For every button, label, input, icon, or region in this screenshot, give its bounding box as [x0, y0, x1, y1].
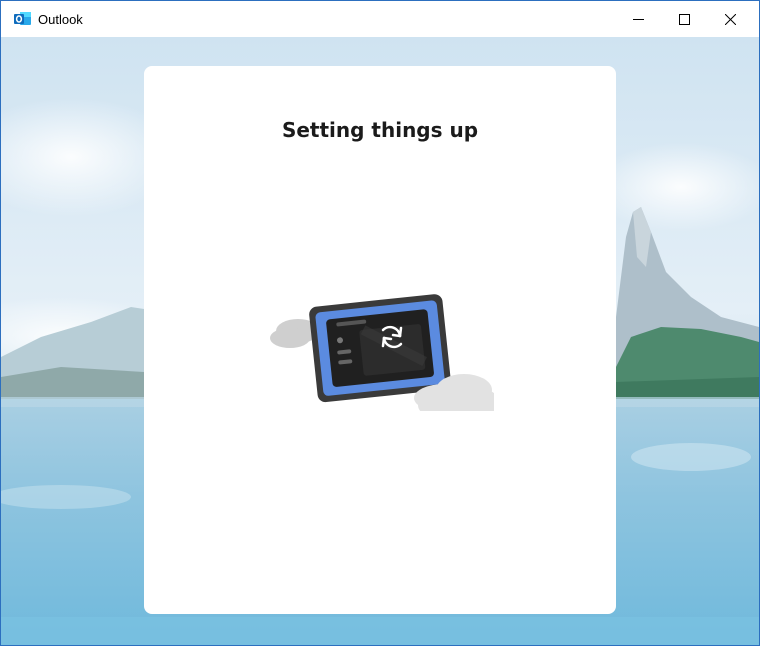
- setup-title: Setting things up: [281, 118, 479, 142]
- maximize-icon: [678, 13, 690, 25]
- title-bar[interactable]: Outlook: [1, 1, 759, 37]
- maximize-button[interactable]: [661, 1, 707, 37]
- close-icon: [724, 13, 736, 25]
- outlook-window: Outlook Setting things up: [0, 0, 760, 646]
- background-landscape: Setting things up: [1, 37, 759, 645]
- close-button[interactable]: [707, 1, 753, 37]
- window-title: Outlook: [38, 12, 83, 27]
- minimize-button[interactable]: [615, 1, 661, 37]
- outlook-icon: [14, 11, 32, 27]
- device-sync-illustration: [268, 276, 494, 411]
- minimize-icon: [632, 18, 644, 20]
- setup-card: Setting things up: [144, 66, 616, 614]
